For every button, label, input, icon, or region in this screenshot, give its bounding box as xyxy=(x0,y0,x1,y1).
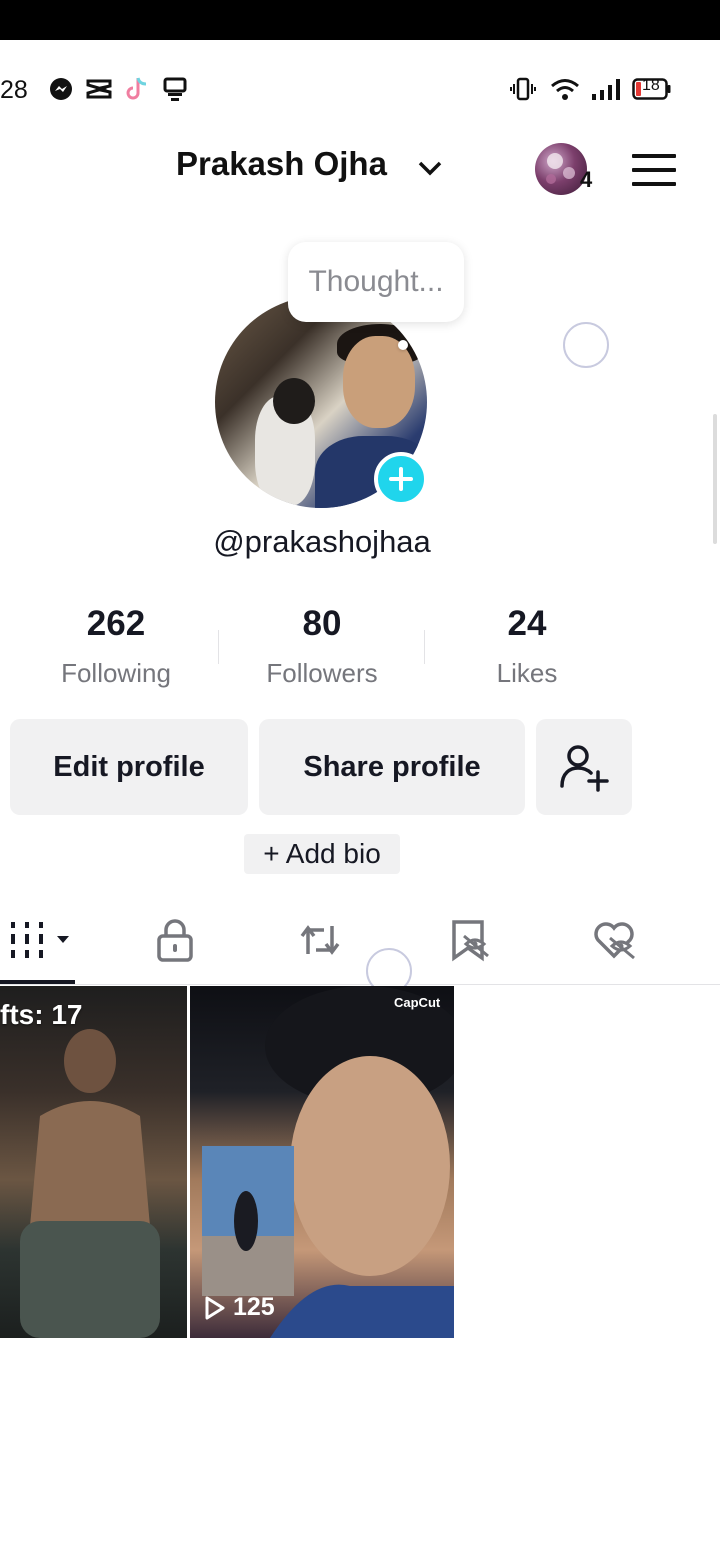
menu-icon[interactable] xyxy=(632,152,676,193)
stat-likes[interactable]: 24 Likes xyxy=(427,604,627,689)
stat-following[interactable]: 262 Following xyxy=(16,604,216,689)
status-time: 28 xyxy=(0,76,28,104)
notification-icon xyxy=(162,74,188,104)
battery-level: 18 xyxy=(642,77,660,94)
add-user-icon xyxy=(560,745,609,792)
tab-reposts[interactable] xyxy=(290,912,350,968)
tabs-divider xyxy=(0,984,720,985)
add-bio-button[interactable]: + Add bio xyxy=(244,834,400,874)
stat-label: Followers xyxy=(266,658,378,688)
tab-private[interactable] xyxy=(145,912,205,968)
view-count: 125 xyxy=(203,1293,275,1322)
stat-label: Following xyxy=(61,658,171,688)
account-badge-count: 4 xyxy=(580,167,593,192)
saved-icon xyxy=(452,920,489,962)
wifi-icon xyxy=(550,74,580,104)
scrollbar[interactable] xyxy=(713,414,717,544)
signal-icon xyxy=(590,74,622,104)
stat-value: 80 xyxy=(302,604,342,643)
tiktok-icon xyxy=(124,74,150,104)
edit-profile-button[interactable]: Edit profile xyxy=(10,719,248,815)
stat-value: 262 xyxy=(86,604,146,643)
stat-divider xyxy=(424,630,425,664)
touch-indicator xyxy=(563,322,609,368)
battery-icon: 18 xyxy=(632,74,672,104)
lock-icon xyxy=(157,919,193,962)
video-tile[interactable] xyxy=(190,986,454,1338)
drafts-tile[interactable] xyxy=(0,986,187,1338)
liked-icon xyxy=(594,922,635,960)
stat-value: 24 xyxy=(507,604,547,643)
repost-icon xyxy=(300,925,340,955)
thought-bubble[interactable]: Thought... xyxy=(288,242,464,322)
play-icon xyxy=(205,1296,225,1319)
add-photo-button[interactable] xyxy=(374,452,428,506)
profile-title[interactable]: Prakash Ojha xyxy=(176,145,387,183)
view-count-value: 125 xyxy=(233,1293,275,1321)
vibrate-icon xyxy=(510,74,536,104)
top-black-bar xyxy=(0,0,720,40)
stat-divider xyxy=(218,630,219,664)
capcut-watermark: CapCut xyxy=(394,995,441,1010)
videos-grid-icon xyxy=(10,922,69,958)
stat-followers[interactable]: 80 Followers xyxy=(222,604,422,689)
add-friend-button[interactable] xyxy=(536,719,632,815)
capcut-icon xyxy=(86,74,112,104)
tab-liked[interactable] xyxy=(584,912,644,968)
profile-handle: @prakashojhaa xyxy=(213,524,431,559)
thought-bubble-tail xyxy=(398,340,408,350)
messenger-icon xyxy=(48,74,74,104)
drafts-count: fts: 17 xyxy=(0,999,83,1030)
share-profile-button[interactable]: Share profile xyxy=(259,719,525,815)
chevron-down-icon[interactable] xyxy=(416,158,444,183)
tab-videos[interactable] xyxy=(0,912,75,968)
stat-label: Likes xyxy=(496,658,558,688)
tab-saved[interactable] xyxy=(440,912,500,968)
